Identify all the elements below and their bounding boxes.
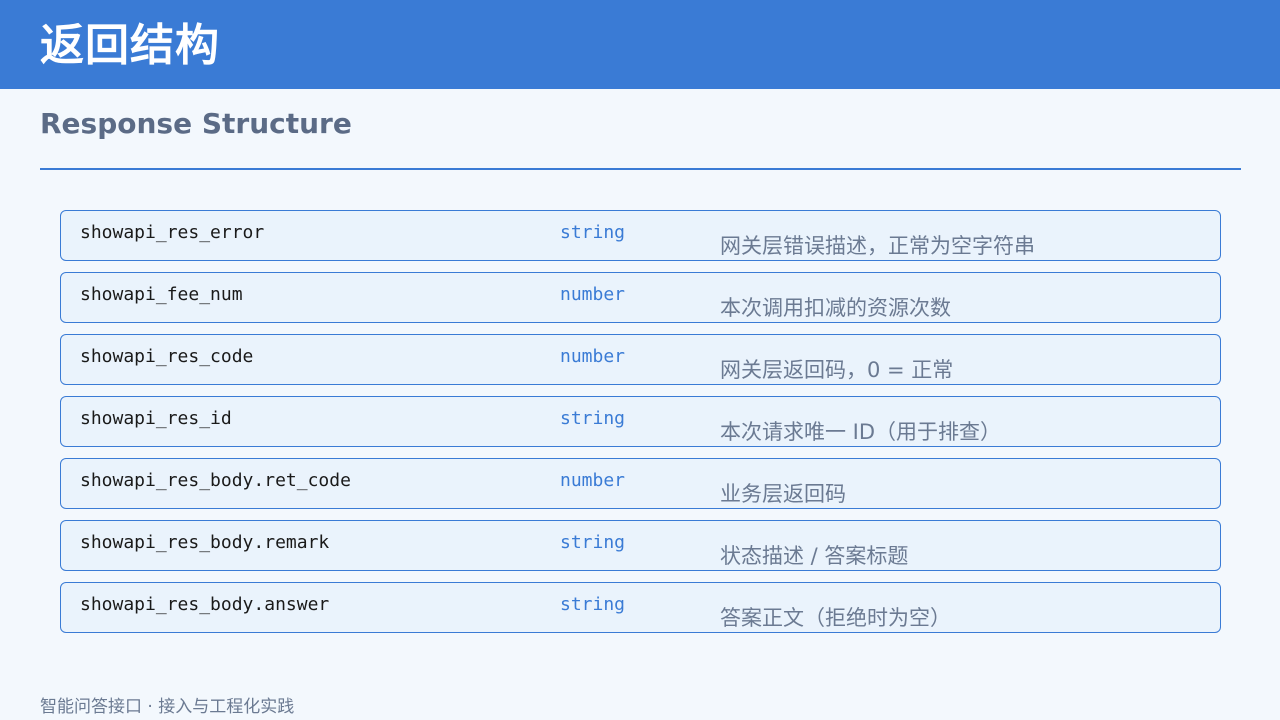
field-description: 本次请求唯一 ID（用于排查） bbox=[720, 420, 1002, 444]
field-row: showapi_res_body.remark string 状态描述 / 答案… bbox=[60, 520, 1221, 571]
field-name: showapi_res_body.remark bbox=[80, 532, 330, 553]
divider bbox=[40, 168, 1241, 170]
field-row: showapi_res_body.ret_code number 业务层返回码 bbox=[60, 458, 1221, 509]
field-list: showapi_res_error string 网关层错误描述，正常为空字符串… bbox=[60, 210, 1221, 644]
field-type: number bbox=[560, 470, 626, 491]
field-description: 答案正文（拒绝时为空） bbox=[720, 606, 951, 630]
field-row: showapi_res_code number 网关层返回码，0 = 正常 bbox=[60, 334, 1221, 385]
field-description: 网关层返回码，0 = 正常 bbox=[720, 358, 954, 382]
field-description: 本次调用扣减的资源次数 bbox=[720, 296, 951, 320]
field-type: number bbox=[560, 284, 626, 305]
field-row: showapi_res_id string 本次请求唯一 ID（用于排查） bbox=[60, 396, 1221, 447]
field-name: showapi_res_code bbox=[80, 346, 254, 367]
field-type: number bbox=[560, 346, 626, 367]
footer-text: 智能问答接口 · 接入与工程化实践 bbox=[40, 697, 295, 717]
field-row: showapi_res_body.answer string 答案正文（拒绝时为… bbox=[60, 582, 1221, 633]
field-name: showapi_res_body.answer bbox=[80, 594, 330, 615]
field-name: showapi_fee_num bbox=[80, 284, 243, 305]
field-name: showapi_res_body.ret_code bbox=[80, 470, 351, 491]
field-type: string bbox=[560, 222, 626, 243]
page-title: 返回结构 bbox=[40, 20, 220, 71]
field-description: 业务层返回码 bbox=[720, 482, 846, 506]
field-name: showapi_res_error bbox=[80, 222, 265, 243]
field-type: string bbox=[560, 408, 626, 429]
field-name: showapi_res_id bbox=[80, 408, 232, 429]
field-type: string bbox=[560, 594, 626, 615]
field-row: showapi_fee_num number 本次调用扣减的资源次数 bbox=[60, 272, 1221, 323]
field-row: showapi_res_error string 网关层错误描述，正常为空字符串 bbox=[60, 210, 1221, 261]
title-bar: 返回结构 bbox=[0, 0, 1280, 89]
field-description: 状态描述 / 答案标题 bbox=[720, 544, 909, 568]
field-description: 网关层错误描述，正常为空字符串 bbox=[720, 234, 1035, 258]
field-type: string bbox=[560, 532, 626, 553]
page-subtitle: Response Structure bbox=[40, 107, 352, 140]
